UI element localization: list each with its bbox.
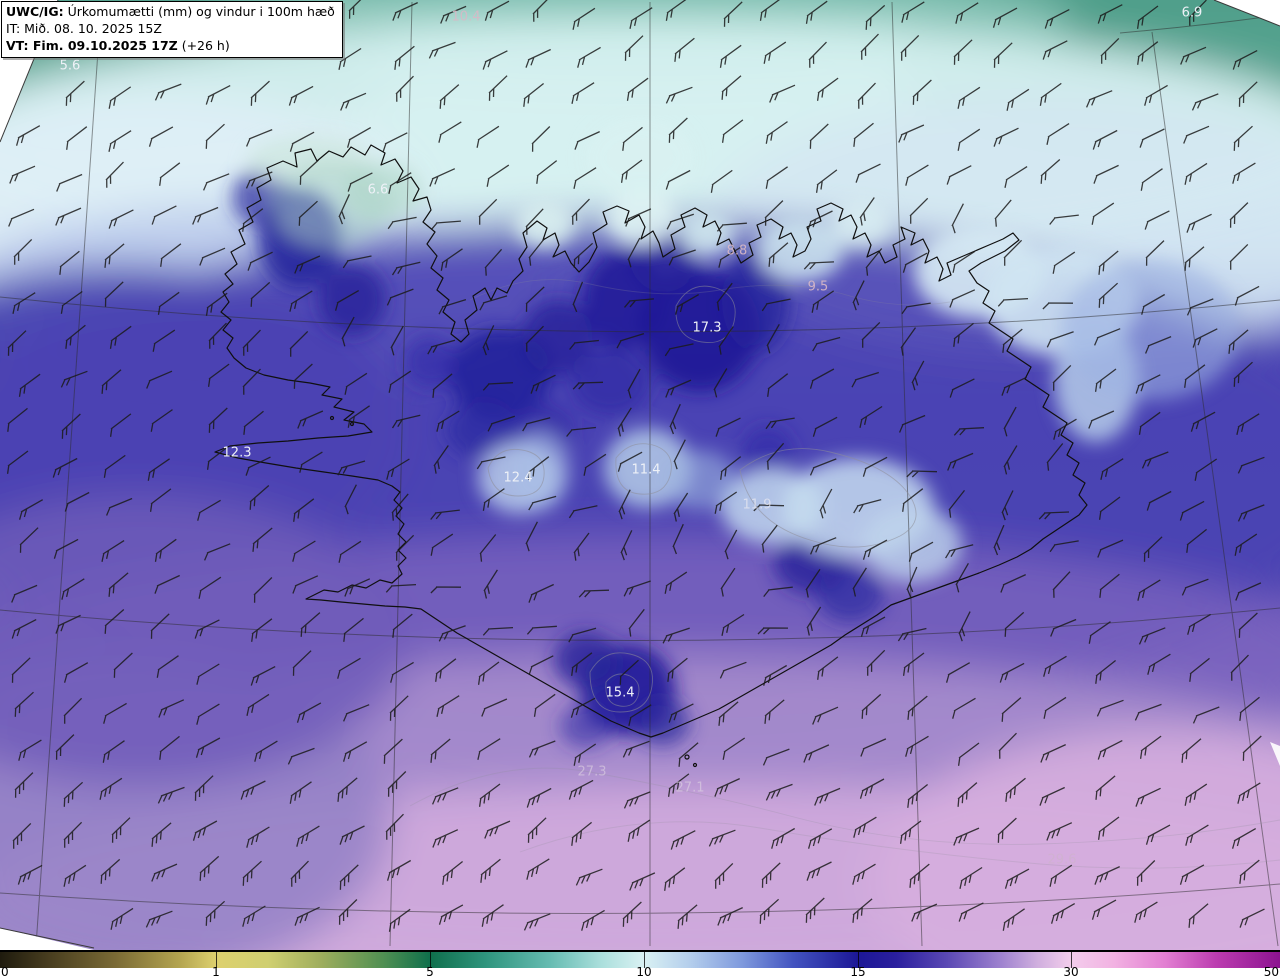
colorbar-tick-label: 1 — [212, 965, 220, 978]
colorbar-tick-label: 10 — [636, 965, 652, 978]
init-time-line: IT: Mið. 08. 10. 2025 15Z — [6, 20, 162, 36]
title-box: UWC/IG: Úrkomumætti (mm) og vindur i 100… — [1, 1, 343, 59]
valid-offset: (+26 h) — [177, 37, 230, 53]
product-title-line: UWC/IG: Úrkomumætti (mm) og vindur i 100… — [6, 4, 335, 21]
weather-map — [0, 0, 1280, 950]
colorbar-tick-label: 50 — [1263, 965, 1279, 978]
colorbar-labels: 0 1 5 10 15 30 50 — [0, 965, 1280, 978]
valid-time: VT: Fim. 09.10.2025 17Z — [6, 37, 178, 53]
valid-time-line: VT: Fim. 09.10.2025 17Z (+26 h) — [6, 38, 335, 55]
weather-map-viewport: 5.6 10.4 6.9 6.6 8.8 9.5 17.3 12.3 12.4 11.4 11.9 1… — [0, 0, 1280, 978]
colorbar-tick-label: 30 — [1063, 965, 1079, 978]
colorbar-tick-label: 15 — [850, 965, 866, 978]
product-code: UWC/IG: — [6, 4, 64, 19]
product-title: Úrkomumætti (mm) og vindur i 100m hæð — [63, 4, 335, 19]
map-area — [0, 0, 1280, 950]
colorbar-tick-label: 0 — [1, 965, 9, 978]
colorbar-tick-label: 5 — [426, 965, 434, 978]
